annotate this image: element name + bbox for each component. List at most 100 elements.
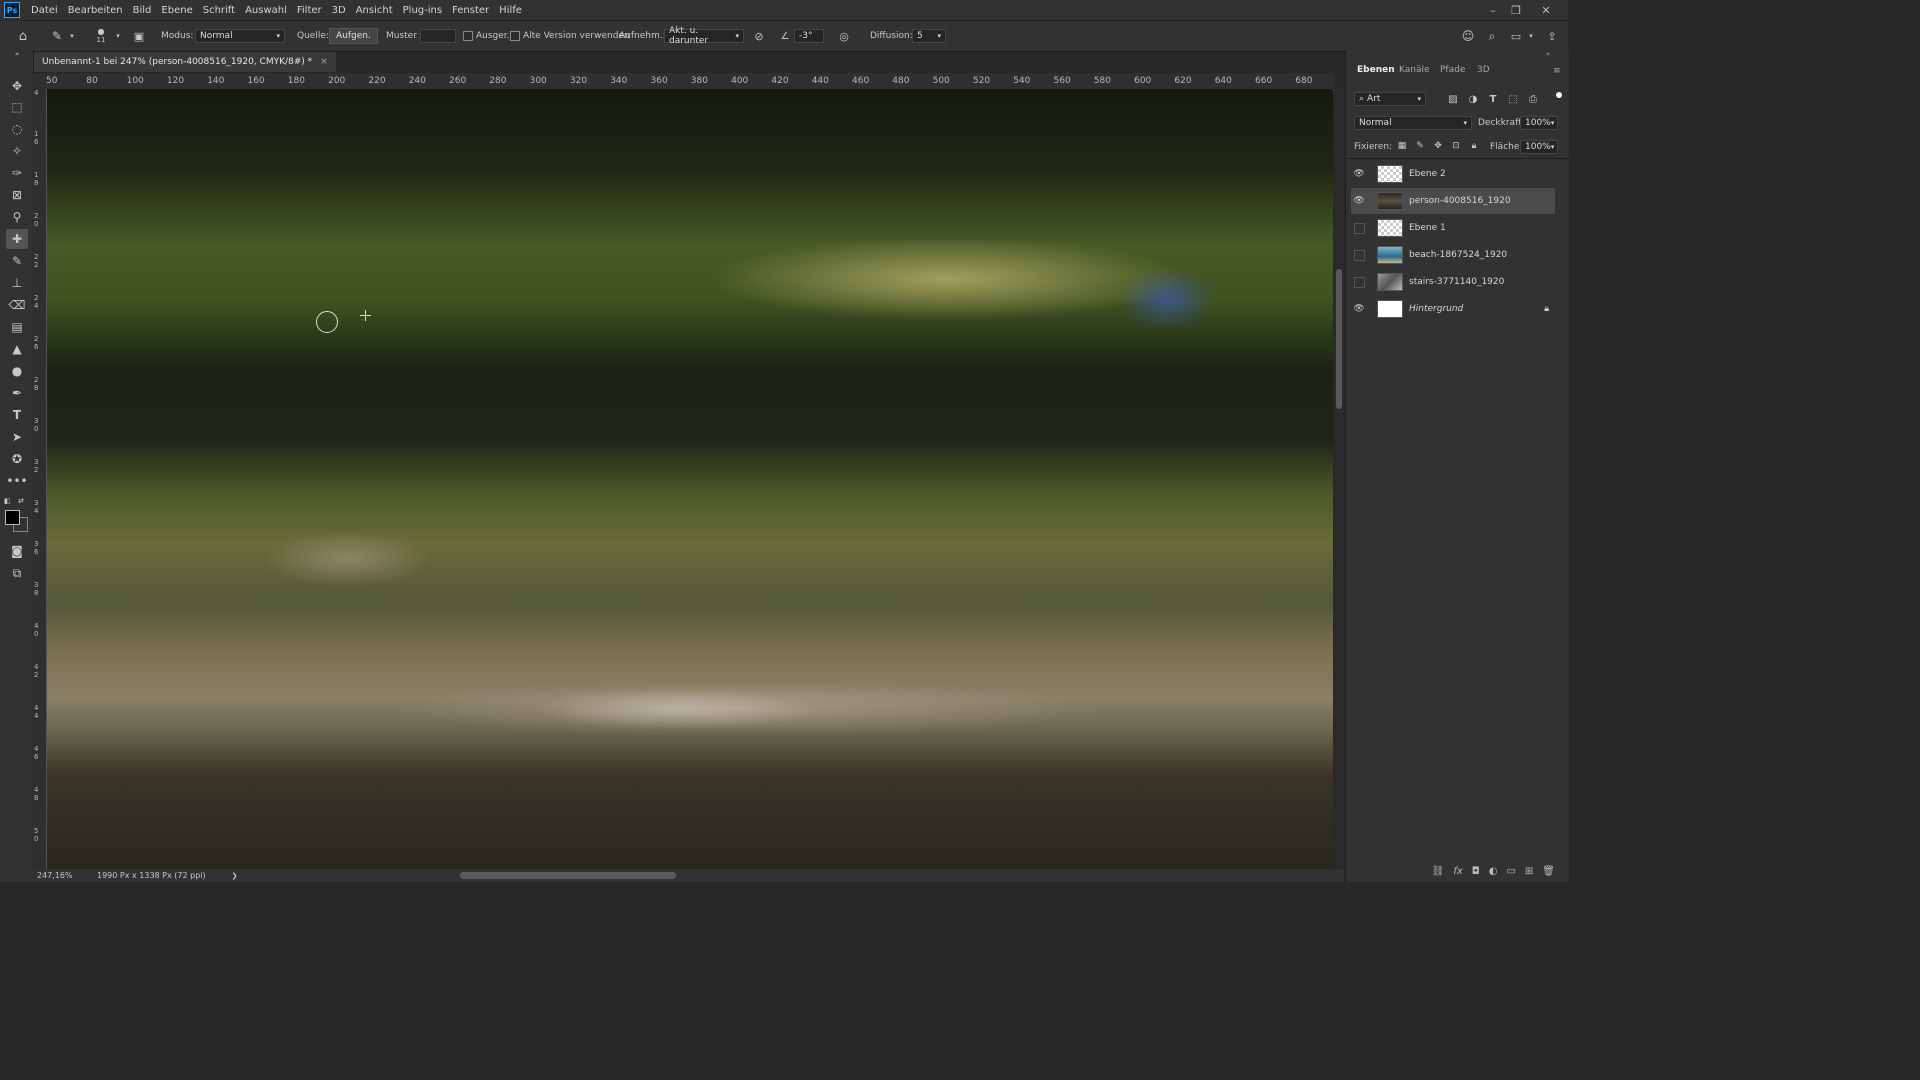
eye-hidden-icon[interactable] (1351, 242, 1367, 268)
frame-tool-icon[interactable]: ⊠ (6, 185, 28, 205)
vertical-ruler[interactable]: 4 1 6 1 8 2 0 2 2 2 4 2 6 2 8 3 0 3 2 3 4 3 6 3 8 4 0… (32, 89, 47, 869)
clone-stamp-tool-icon[interactable]: ⊥ (6, 273, 28, 293)
pattern-picker[interactable] (420, 29, 456, 43)
move-tool-icon[interactable]: ✥ (6, 76, 28, 96)
diffusion-dropdown[interactable]: 5 ▾ (912, 29, 946, 43)
export-icon[interactable]: ⇪ (1544, 28, 1560, 44)
share-user-icon[interactable]: ☺ (1460, 28, 1476, 44)
status-menu-arrow[interactable]: ❯ (232, 872, 238, 880)
quick-selection-tool-icon[interactable]: ✧ (6, 141, 28, 161)
aligned-checkbox[interactable]: Ausger. (463, 28, 510, 44)
eye-hidden-icon[interactable] (1351, 215, 1367, 241)
restore-button[interactable]: ❐ (1505, 0, 1527, 20)
menu-auswahl[interactable]: Auswahl (240, 5, 292, 16)
collapse-panel-icon[interactable]: » (1546, 50, 1550, 58)
healing-brush-preset-icon[interactable]: ✎ (48, 28, 66, 44)
path-selection-tool-icon[interactable]: ➤ (6, 427, 28, 447)
new-layer-icon[interactable]: ⊞ (1525, 866, 1533, 877)
gradient-tool-icon[interactable]: ▤ (6, 317, 28, 337)
ruler-origin[interactable] (32, 73, 46, 89)
chevron-down-icon[interactable]: ▾ (68, 28, 76, 44)
dodge-tool-icon[interactable]: ● (6, 361, 28, 381)
crop-tool-icon[interactable]: ✑ (6, 163, 28, 183)
chevron-down-icon[interactable]: ▾ (114, 28, 122, 44)
menu-filter[interactable]: Filter (292, 5, 327, 16)
tab-ebenen[interactable]: Ebenen (1357, 62, 1395, 78)
menu-ebene[interactable]: Ebene (156, 5, 197, 16)
opacity-input[interactable]: 100% ▾ (1520, 116, 1558, 130)
brush-tool-icon[interactable]: ✎ (6, 251, 28, 271)
add-mask-icon[interactable]: ◘ (1472, 866, 1480, 877)
shape-tool-icon[interactable]: ✪ (6, 449, 28, 469)
blend-mode-dropdown[interactable]: Normal ▾ (1354, 116, 1472, 130)
tab-3d[interactable]: 3D (1477, 62, 1490, 78)
lock-image-icon[interactable]: ✎ (1414, 140, 1426, 152)
lock-position-icon[interactable]: ✥ (1432, 140, 1444, 152)
type-tool-icon[interactable]: T (6, 405, 28, 425)
filter-pixel-icon[interactable]: ▨ (1446, 92, 1460, 106)
eye-icon[interactable]: 👁︎ (1351, 296, 1367, 322)
menu-datei[interactable]: Datei (26, 5, 63, 16)
eyedropper-tool-icon[interactable]: ⚲ (6, 207, 28, 227)
lasso-tool-icon[interactable]: ◌ (6, 119, 28, 139)
horizontal-ruler[interactable]: 50 80 100 120 140 160 180 200 220 240 260 280 300 320… (46, 73, 1334, 90)
tab-kanaele[interactable]: Kanäle (1399, 62, 1430, 78)
collapse-toolbar-icon[interactable]: » (6, 50, 28, 58)
screen-mode-icon[interactable]: ⧉ (6, 563, 28, 583)
source-sampled-button[interactable]: Aufgen. (329, 28, 378, 44)
mode-dropdown[interactable]: Normal ▾ (195, 29, 285, 43)
layer-row[interactable]: 👁︎ person-4008516_1920 (1351, 188, 1555, 214)
filter-smart-object-icon[interactable]: ⎙ (1526, 92, 1540, 106)
swap-colors-icon[interactable]: ⇄ (18, 497, 26, 505)
menu-schrift[interactable]: Schrift (198, 5, 240, 16)
close-tab-icon[interactable]: × (320, 57, 328, 67)
menu-ansicht[interactable]: Ansicht (351, 5, 398, 16)
layer-row[interactable]: Ebene 1 (1351, 215, 1555, 241)
foreground-color-swatch[interactable] (5, 510, 20, 525)
brush-settings-icon[interactable]: ▣ (131, 28, 147, 44)
close-window-button[interactable]: ✕ (1535, 0, 1557, 20)
source-pattern-button[interactable]: Muster (382, 28, 421, 44)
filter-toggle-icon[interactable] (1556, 92, 1562, 98)
menu-hilfe[interactable]: Hilfe (494, 5, 527, 16)
brush-size-picker[interactable]: ● 11 (93, 25, 109, 47)
eraser-tool-icon[interactable]: ⌫ (6, 295, 28, 315)
chevron-down-icon[interactable]: ▾ (1527, 28, 1535, 44)
pressure-size-icon[interactable]: ◎ (836, 28, 852, 44)
document-canvas[interactable] (47, 89, 1333, 869)
menu-bearbeiten[interactable]: Bearbeiten (63, 5, 128, 16)
panel-menu-icon[interactable]: ≡ (1553, 66, 1561, 76)
filter-shape-icon[interactable]: ⬚ (1506, 92, 1520, 106)
minimize-button[interactable]: – (1482, 0, 1504, 20)
fill-input[interactable]: 100% ▾ (1520, 140, 1558, 154)
legacy-checkbox[interactable]: Alte Version verwenden (510, 28, 630, 44)
lock-transparent-icon[interactable]: ▦ (1396, 140, 1408, 152)
angle-input[interactable]: -3° (794, 29, 824, 43)
menu-fenster[interactable]: Fenster (447, 5, 494, 16)
eye-hidden-icon[interactable] (1351, 269, 1367, 295)
lock-icon[interactable]: 🔒︎ (1544, 304, 1549, 314)
menu-bild[interactable]: Bild (128, 5, 157, 16)
search-icon[interactable]: ⌕ (1484, 28, 1500, 44)
link-layers-icon[interactable]: ⛓︎ (1432, 866, 1445, 877)
home-icon[interactable]: ⌂ (14, 28, 32, 44)
eye-icon[interactable]: 👁︎ (1351, 188, 1367, 214)
layer-row[interactable]: beach-1867524_1920 (1351, 242, 1555, 268)
menu-3d[interactable]: 3D (327, 5, 351, 16)
default-colors-icon[interactable]: ◧ (4, 497, 12, 505)
more-tools-icon[interactable]: ••• (6, 471, 28, 491)
healing-brush-tool-icon[interactable]: ✚ (6, 229, 28, 249)
menu-plugins[interactable]: Plug-ins (398, 5, 447, 16)
eye-icon[interactable]: 👁︎ (1351, 161, 1367, 187)
vertical-scrollbar[interactable] (1334, 89, 1344, 869)
filter-adjustment-icon[interactable]: ◑ (1466, 92, 1480, 106)
marquee-tool-icon[interactable]: ⬚ (6, 97, 28, 117)
lock-artboard-icon[interactable]: ⊡ (1450, 140, 1462, 152)
pen-tool-icon[interactable]: ✒ (6, 383, 28, 403)
lock-all-icon[interactable]: 🔒︎ (1468, 140, 1480, 152)
document-tab[interactable]: Unbenannt-1 bei 247% (person-4008516_192… (34, 52, 336, 72)
sample-dropdown[interactable]: Akt. u. darunter ▾ (664, 26, 744, 46)
scrollbar-thumb[interactable] (1336, 269, 1342, 409)
layer-style-icon[interactable]: fx (1453, 866, 1462, 877)
layer-row[interactable]: 👁︎ Ebene 2 (1351, 161, 1555, 187)
